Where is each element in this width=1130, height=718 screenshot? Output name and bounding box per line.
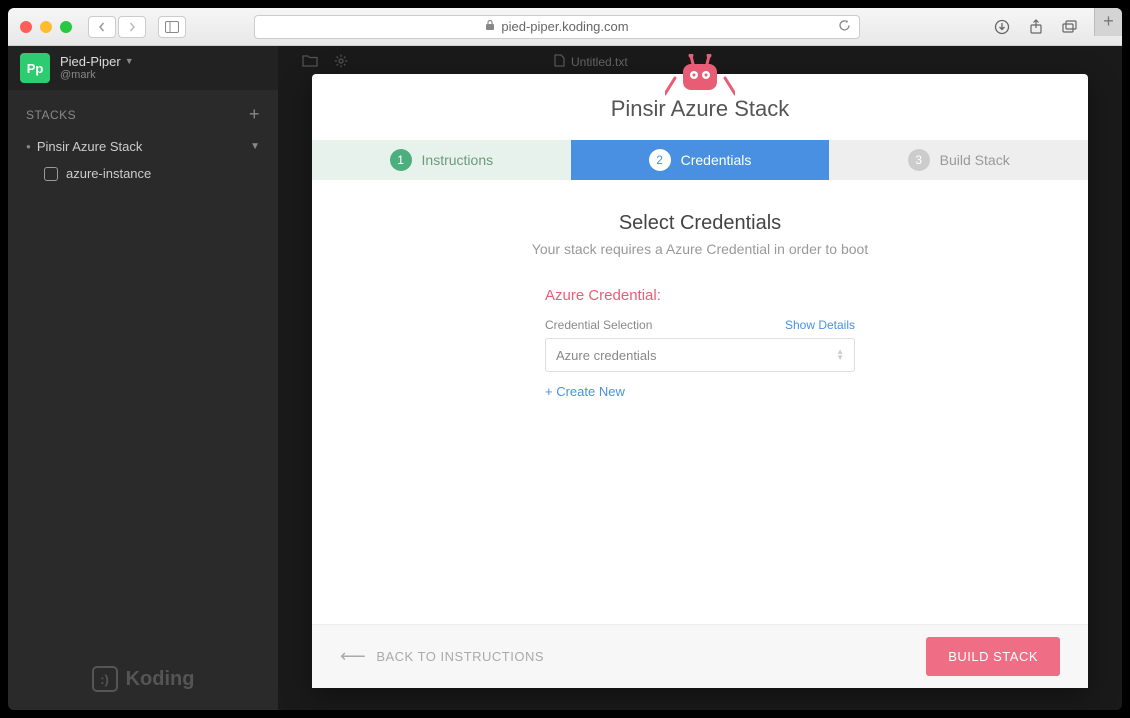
nav-buttons (88, 16, 146, 38)
editor-tab-label: Untitled.txt (571, 55, 628, 69)
maximize-window-button[interactable] (60, 21, 72, 33)
workspace-header[interactable]: Pp Pied-Piper ▼ @mark (8, 46, 278, 90)
stack-name: Pinsir Azure Stack (37, 139, 143, 154)
main-area: Untitled.txt (278, 46, 1122, 710)
editor-tab[interactable]: Untitled.txt (544, 48, 638, 76)
koding-brand-text: Koding (126, 668, 195, 691)
reload-icon[interactable] (838, 19, 851, 35)
workspace-name-text: Pied-Piper (60, 54, 121, 70)
new-tab-button[interactable]: + (1094, 8, 1122, 36)
step-label: Credentials (681, 152, 752, 168)
credential-row: Credential Selection Show Details (545, 318, 855, 332)
share-icon[interactable] (1022, 16, 1050, 38)
downloads-icon[interactable] (988, 16, 1016, 38)
url-text: pied-piper.koding.com (501, 19, 628, 34)
stepper: 1 Instructions 2 Credentials 3 Build Sta… (312, 140, 1088, 180)
app-sidebar: Pp Pied-Piper ▼ @mark STACKS + ● Pinsir … (8, 46, 278, 710)
step-credentials[interactable]: 2 Credentials (571, 140, 830, 180)
gear-icon[interactable] (334, 54, 348, 71)
select-credentials-subtitle: Your stack requires a Azure Credential i… (532, 241, 868, 257)
add-stack-button[interactable]: + (249, 104, 260, 125)
step-label: Instructions (422, 152, 494, 168)
credential-selected-value: Azure credentials (556, 348, 656, 363)
step-instructions[interactable]: 1 Instructions (312, 140, 571, 180)
workspace-name: Pied-Piper ▼ (60, 54, 134, 70)
step-number: 1 (390, 149, 412, 171)
forward-button[interactable] (118, 16, 146, 38)
stack-modal: Pinsir Azure Stack 1 Instructions 2 Cred… (312, 74, 1088, 688)
window-controls (20, 21, 72, 33)
app-frame: Pp Pied-Piper ▼ @mark STACKS + ● Pinsir … (8, 46, 1122, 710)
workspace-user: @mark (60, 69, 134, 82)
build-stack-button[interactable]: BUILD STACK (926, 637, 1060, 676)
vm-item[interactable]: azure-instance (8, 160, 278, 187)
folder-icon[interactable] (302, 54, 318, 70)
close-window-button[interactable] (20, 21, 32, 33)
stack-item[interactable]: ● Pinsir Azure Stack ▼ (8, 133, 278, 160)
bullet-icon: ● (26, 142, 31, 151)
back-to-instructions-button[interactable]: ⟵ BACK TO INSTRUCTIONS (340, 646, 544, 667)
chevron-down-icon[interactable]: ▼ (250, 141, 260, 152)
credential-select[interactable]: Azure credentials ▲▼ (545, 338, 855, 372)
workspace-info: Pied-Piper ▼ @mark (60, 54, 134, 83)
step-number: 3 (908, 149, 930, 171)
browser-titlebar: pied-piper.koding.com + (8, 8, 1122, 46)
vm-name: azure-instance (66, 166, 151, 181)
step-build-stack[interactable]: 3 Build Stack (829, 140, 1088, 180)
create-new-link[interactable]: + Create New (545, 384, 625, 399)
step-number: 2 (649, 149, 671, 171)
toolbar-right: + (988, 16, 1110, 38)
modal-body: Select Credentials Your stack requires a… (312, 180, 1088, 624)
koding-logo-icon: :) (92, 666, 118, 692)
back-button[interactable] (88, 16, 116, 38)
select-chevron-icon: ▲▼ (836, 349, 844, 361)
credential-heading: Azure Credential: (545, 287, 855, 304)
browser-window: pied-piper.koding.com + Pp (8, 8, 1122, 710)
sidebar-toggle-button[interactable] (158, 16, 186, 38)
robot-icon (665, 54, 735, 103)
lock-icon (485, 19, 495, 34)
workspace-logo: Pp (20, 53, 50, 83)
back-label: BACK TO INSTRUCTIONS (376, 649, 544, 664)
select-credentials-title: Select Credentials (619, 212, 781, 235)
step-label: Build Stack (940, 152, 1010, 168)
minimize-window-button[interactable] (40, 21, 52, 33)
stacks-label: STACKS (26, 108, 76, 122)
tabs-icon[interactable] (1056, 16, 1084, 38)
stacks-section-header: STACKS + (8, 90, 278, 133)
koding-brand: :) Koding (8, 666, 278, 692)
arrow-left-icon: ⟵ (340, 646, 366, 667)
modal-footer: ⟵ BACK TO INSTRUCTIONS BUILD STACK (312, 624, 1088, 688)
show-details-link[interactable]: Show Details (785, 318, 855, 332)
credential-block: Azure Credential: Credential Selection S… (545, 287, 855, 401)
vm-icon (44, 167, 58, 181)
url-bar[interactable]: pied-piper.koding.com (254, 15, 860, 39)
file-icon (554, 54, 565, 70)
credential-label: Credential Selection (545, 318, 652, 332)
chevron-down-icon: ▼ (125, 56, 134, 67)
